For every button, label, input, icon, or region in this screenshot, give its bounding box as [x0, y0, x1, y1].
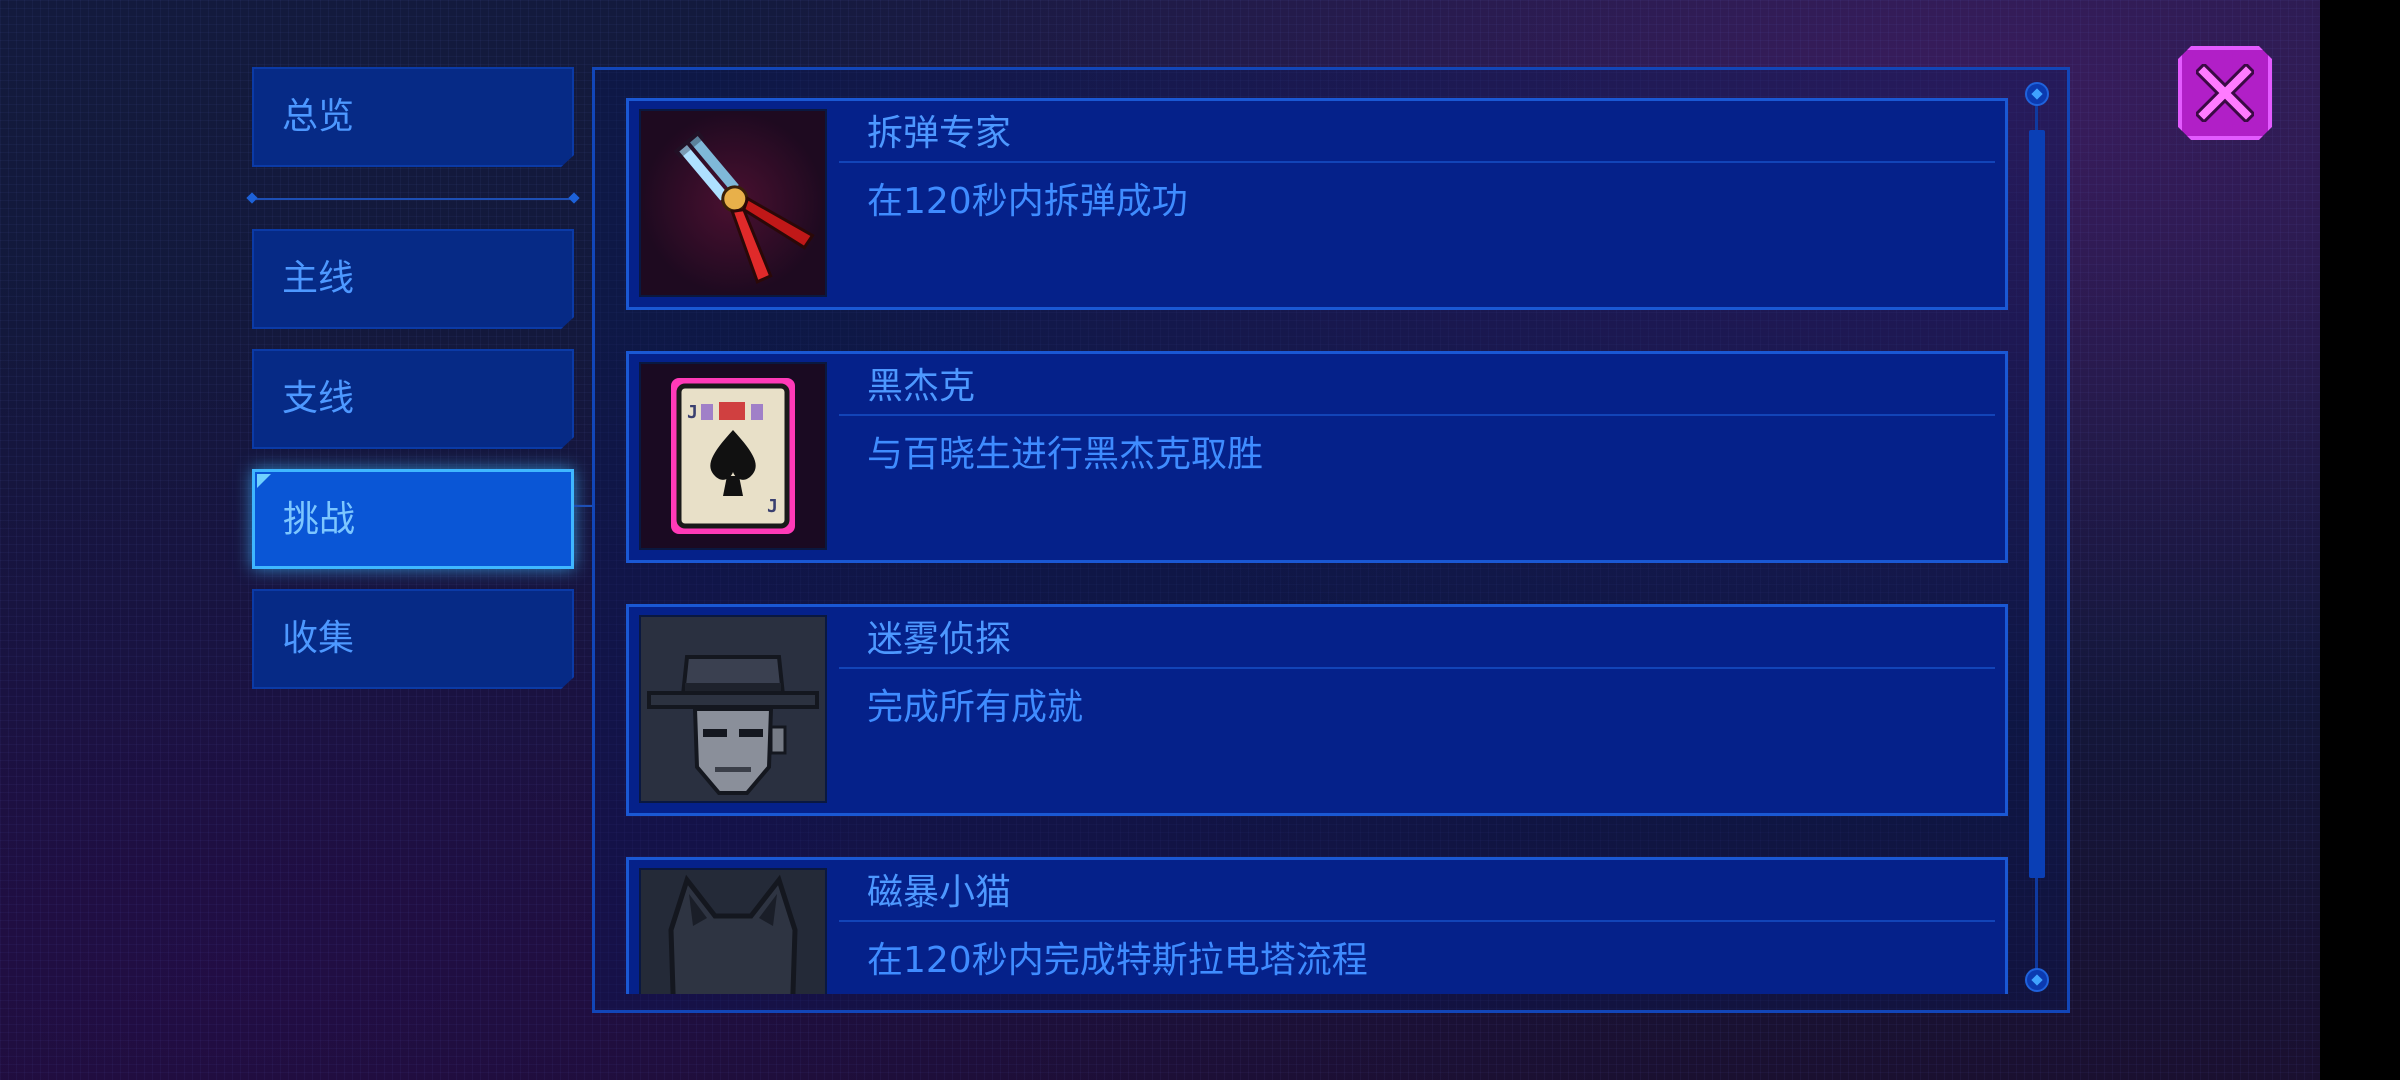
cat-icon [668, 874, 798, 994]
achievement-icon-frame [639, 868, 827, 994]
achievement-description: 在120秒内完成特斯拉电塔流程 [867, 940, 1368, 981]
pliers-icon [673, 130, 815, 284]
tab-overview[interactable]: 总览 [252, 67, 574, 167]
tab-challenge[interactable]: 挑战 [252, 469, 574, 569]
sidebar-divider [246, 192, 580, 204]
title-underline [839, 161, 1995, 163]
tab-overview-label: 总览 [282, 96, 355, 137]
close-button[interactable] [2178, 46, 2272, 140]
achievement-icon-frame [639, 109, 827, 297]
tab-side-quest[interactable]: 支线 [252, 349, 574, 449]
screen-edge [2320, 0, 2400, 1080]
achievement-description: 在120秒内拆弹成功 [867, 181, 1188, 222]
tab-collection-label: 收集 [282, 618, 355, 659]
title-underline [839, 920, 1995, 922]
list-scrollbar[interactable] [2024, 82, 2050, 1002]
title-underline [839, 414, 1995, 416]
achievement-title: 拆弹专家 [867, 113, 1012, 154]
achievement-title: 黑杰克 [867, 366, 976, 407]
tab-side-quest-label: 支线 [282, 378, 355, 419]
detective-icon [647, 655, 819, 795]
achievement-description: 完成所有成就 [867, 687, 1084, 728]
scroll-up-cap [2025, 82, 2049, 106]
achievement-title: 迷雾侦探 [867, 619, 1012, 660]
achievement-item[interactable]: J J 黑杰克 与百晓生进行黑杰克取胜 [626, 351, 2008, 563]
achievement-item[interactable]: 磁暴小猫 在120秒内完成特斯拉电塔流程 [626, 857, 2008, 994]
svg-text:J: J [687, 402, 698, 423]
achievement-icon-frame: J J [639, 362, 827, 550]
spade-card-icon: J J [671, 378, 795, 534]
close-icon [2196, 64, 2254, 122]
tab-collection[interactable]: 收集 [252, 589, 574, 689]
svg-text:J: J [767, 496, 778, 517]
achievement-list[interactable]: 拆弹专家 在120秒内拆弹成功 J J 黑杰克 与百晓生进行黑杰克取胜 迷雾侦探… [626, 98, 2008, 994]
tab-main-quest[interactable]: 主线 [252, 229, 574, 329]
achievement-title: 磁暴小猫 [867, 872, 1012, 913]
scroll-down-cap [2025, 968, 2049, 992]
panel-connector [574, 505, 594, 507]
tab-main-quest-label: 主线 [282, 258, 355, 299]
scroll-thumb[interactable] [2029, 130, 2045, 878]
achievement-description: 与百晓生进行黑杰克取胜 [867, 434, 1264, 475]
title-underline [839, 667, 1995, 669]
achievement-item[interactable]: 迷雾侦探 完成所有成就 [626, 604, 2008, 816]
achievement-item[interactable]: 拆弹专家 在120秒内拆弹成功 [626, 98, 2008, 310]
tab-challenge-label: 挑战 [283, 499, 356, 540]
achievement-icon-frame [639, 615, 827, 803]
